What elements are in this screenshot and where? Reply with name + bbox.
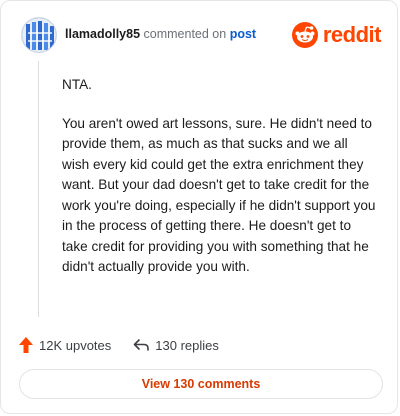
reddit-logo[interactable]: reddit (291, 20, 382, 50)
comment-meta: llamadolly85 commented on post (65, 27, 256, 41)
comment-paragraph: NTA. (62, 77, 92, 92)
replies-button[interactable]: 130 replies (133, 338, 219, 353)
username-link[interactable]: llamadolly85 (65, 27, 140, 41)
reply-count: 130 replies (155, 337, 219, 353)
user-avatar-icon (22, 18, 56, 52)
reply-arrow-icon (133, 339, 150, 351)
upvote-arrow-icon (19, 337, 33, 353)
comment-body: NTA. You aren't owed art lessons, sure. … (62, 75, 376, 296)
comment-card: llamadolly85 commented on post reddit NT… (0, 0, 398, 414)
action-text: commented on (143, 27, 227, 41)
comment-paragraph: You aren't owed art lessons, sure. He di… (62, 115, 376, 275)
view-comments-button[interactable]: View 130 comments (19, 369, 383, 399)
comment-actions: 12K upvotes 130 replies (19, 334, 241, 356)
upvote-button[interactable]: 12K upvotes (19, 337, 111, 353)
upvote-count: 12K upvotes (39, 337, 112, 353)
avatar[interactable] (21, 17, 57, 53)
post-link[interactable]: post (230, 27, 256, 41)
comment-header: llamadolly85 commented on post reddit (21, 17, 382, 57)
reddit-snoo-icon (291, 22, 318, 48)
reddit-wordmark: reddit (322, 22, 382, 47)
thread-line (38, 61, 39, 317)
